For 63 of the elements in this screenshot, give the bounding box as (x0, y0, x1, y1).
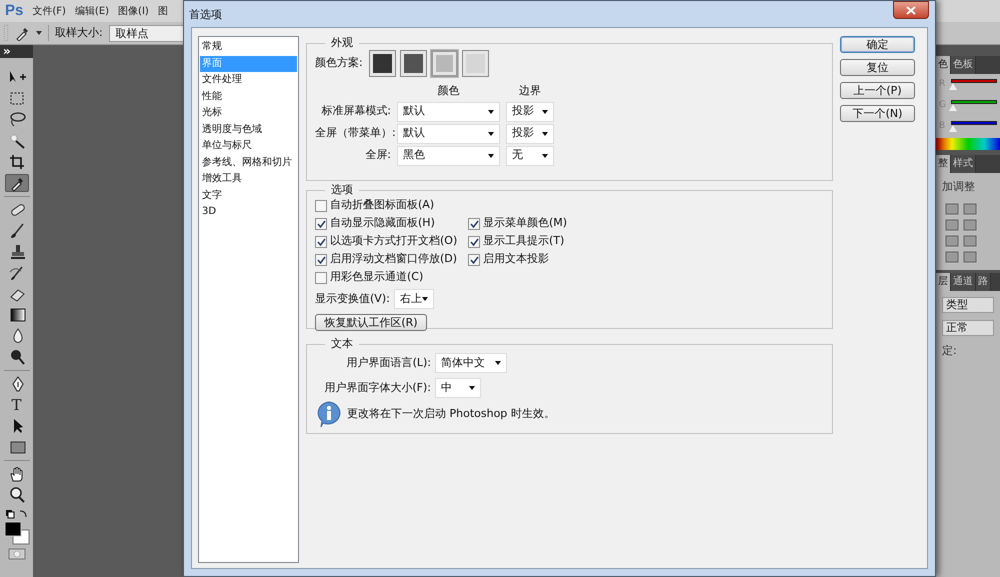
group-title: 文本 (330, 337, 354, 351)
column-header: 颜色 (436, 83, 460, 99)
font-size-dropdown[interactable]: 中 (435, 378, 481, 398)
checkbox-label[interactable]: 启用文本投影 (483, 251, 549, 268)
checkbox-label[interactable]: 以选项卡方式打开文档(O) (330, 233, 458, 250)
menu-item[interactable]: 文件(F) (32, 4, 66, 18)
color-dropdown[interactable]: 默认 (397, 102, 500, 122)
color-scheme-label: 颜色方案: (315, 55, 363, 72)
category-item[interactable]: 常规 (200, 39, 297, 56)
field-label: 用户界面语言(L): (346, 354, 431, 371)
panel-tab[interactable]: 色 (936, 56, 951, 74)
checkbox-label[interactable]: 启用浮动文档窗口停放(D) (330, 251, 458, 268)
group-title: 外观 (330, 36, 354, 50)
group-title: 选项 (330, 183, 354, 197)
category-item[interactable]: 光标 (200, 105, 297, 122)
color-dropdown[interactable]: 默认 (397, 124, 500, 144)
field-label: 用户界面字体大小(F): (323, 380, 431, 396)
category-item[interactable]: 增效工具 (200, 171, 297, 188)
menu-item[interactable]: 图像(I) (118, 4, 149, 18)
category-item[interactable]: 单位与标尺 (200, 138, 297, 154)
dialog-button[interactable]: 确定 (840, 36, 915, 53)
lock-label: 定: (941, 342, 958, 358)
category-item[interactable]: 文件处理 (200, 72, 297, 88)
type-tool[interactable]: T (11, 397, 22, 413)
panel-tab[interactable]: 层 (936, 272, 951, 290)
category-item[interactable]: 性能 (200, 88, 297, 105)
reset-workspace-button[interactable]: 恢复默认工作区(R) (315, 314, 427, 331)
dialog-button[interactable]: 下一个(N) (840, 105, 915, 122)
category-item[interactable]: 透明度与色域 (200, 122, 297, 138)
app-logo: Ps (5, 0, 24, 21)
panel-heading: 加调整 (941, 179, 976, 195)
panel-tab[interactable]: 样式 (951, 155, 976, 173)
checkbox-label[interactable]: 用彩色显示通道(C) (330, 269, 424, 286)
sample-size-label: 取样大小: (55, 24, 103, 41)
checkbox-label[interactable]: 自动折叠图标面板(A) (330, 197, 434, 214)
checkbox-label[interactable]: 自动显示隐藏面板(H) (330, 215, 435, 232)
panel-tab[interactable]: 路 (976, 272, 991, 290)
border-dropdown[interactable]: 无 (506, 146, 554, 166)
checkbox-label[interactable]: 显示工具提示(T) (483, 233, 564, 250)
color-dropdown[interactable]: 黑色 (397, 146, 500, 166)
menu-item[interactable]: 图 (158, 4, 168, 18)
border-dropdown[interactable]: 投影 (506, 102, 554, 122)
category-item[interactable]: 参考线、网格和切片 (200, 154, 297, 171)
category-item[interactable]: 3D (200, 204, 297, 220)
dialog-button[interactable]: 上一个(P) (840, 82, 915, 99)
blend-mode-dropdown[interactable]: 正常 (942, 320, 994, 336)
column-header: 边界 (518, 83, 542, 99)
field-label: 显示变换值(V): (315, 290, 390, 307)
checkbox-label[interactable]: 显示菜单颜色(M) (483, 215, 568, 232)
panel-tab[interactable]: 通道 (951, 272, 976, 290)
language-dropdown[interactable]: 简体中文 (435, 353, 507, 373)
field-label: 全屏: (364, 147, 391, 164)
panel-tab[interactable]: 色板 (951, 56, 976, 74)
category-item[interactable]: 文字 (200, 188, 297, 204)
field-label: 标准屏幕模式: (320, 103, 391, 120)
info-message: 更改将在下一次启动 Photoshop 时生效。 (347, 406, 555, 422)
border-dropdown[interactable]: 投影 (506, 124, 554, 144)
menu-item[interactable]: 编辑(E) (74, 4, 110, 18)
window-title: 首选项 (189, 7, 222, 23)
transform-dropdown[interactable]: 右上 (394, 289, 434, 309)
filter-dropdown[interactable]: 类型 (942, 296, 994, 312)
dialog-button[interactable]: 复位 (840, 59, 915, 76)
panel-tab[interactable]: 整 (936, 155, 951, 173)
